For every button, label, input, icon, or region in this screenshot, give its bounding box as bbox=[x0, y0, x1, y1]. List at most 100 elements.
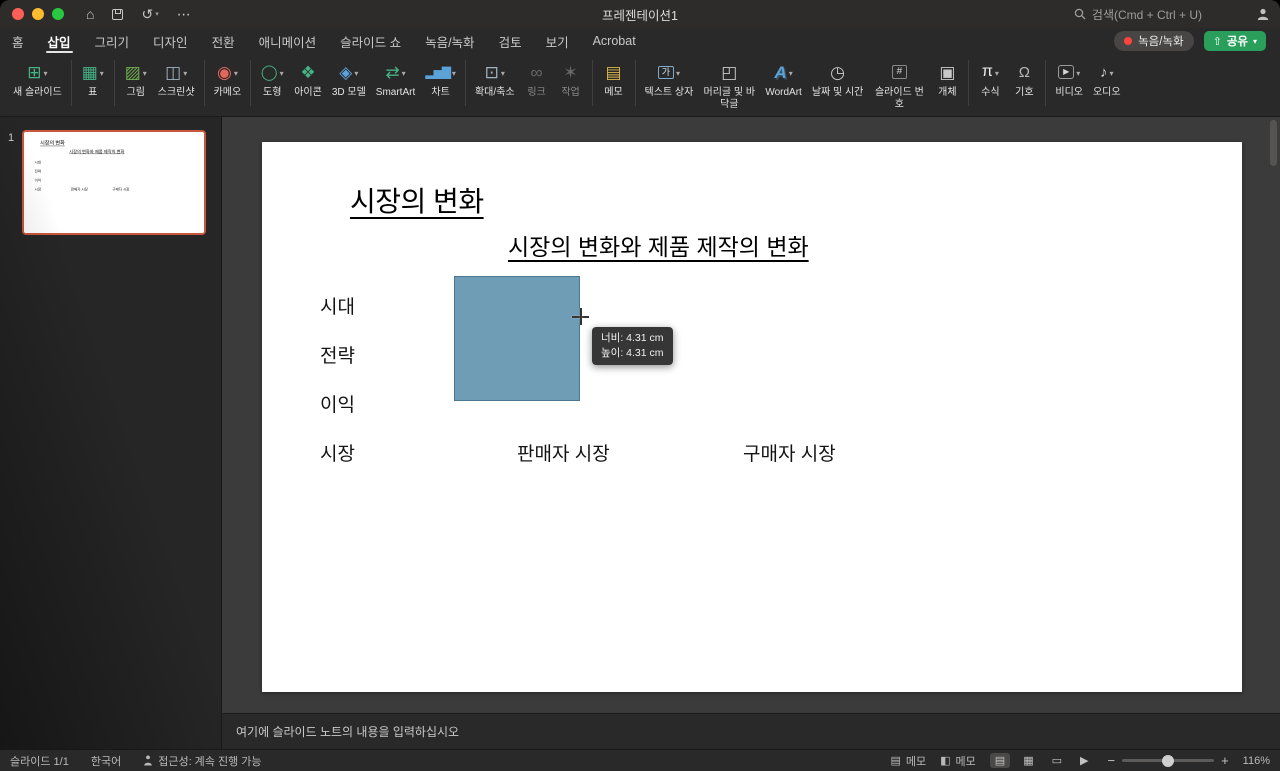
ribbon-item-slide-number[interactable]: 슬라이드 번호 bbox=[868, 58, 930, 112]
share-button[interactable]: ⇧ 공유 ▾ bbox=[1203, 31, 1266, 51]
tab-transitions[interactable]: 전환 bbox=[210, 28, 237, 54]
zoom-icon bbox=[485, 64, 499, 81]
ribbon-group-separator bbox=[203, 60, 205, 106]
tab-draw[interactable]: 그리기 bbox=[93, 28, 132, 54]
language-indicator[interactable]: 한국어 bbox=[91, 753, 121, 769]
ribbon-item-screenshot[interactable]: 스크린샷 bbox=[153, 58, 200, 101]
notes-toggle-label: 메모 bbox=[905, 755, 927, 768]
ribbon-item-text-box[interactable]: 텍스트 상자 bbox=[640, 58, 699, 101]
slides-pane[interactable]: 1 시장의 변화 시장의 변화와 제품 제작의 변화 시대 전략 이익 시장 판… bbox=[0, 117, 222, 749]
zoom-out-button[interactable]: − bbox=[1107, 753, 1115, 768]
ribbon-item-3d-models[interactable]: 3D 모델 bbox=[327, 58, 371, 101]
user-icon[interactable] bbox=[1256, 7, 1270, 21]
row-label-era[interactable]: 시대 bbox=[320, 292, 355, 319]
powerpoint-window: ⌂ ↺ ▾ ⋯ 프레젠테이션1 검색(Cmd + Ctrl + U) 홈 삽입 그리기… bbox=[0, 0, 1280, 771]
slide[interactable]: 시장의 변화 시장의 변화와 제품 제작의 변화 시대 전략 이익 시장 판매자… bbox=[262, 142, 1242, 692]
chevron-down-icon bbox=[452, 63, 456, 81]
row-label-profit[interactable]: 이익 bbox=[320, 390, 355, 417]
ribbon-item-object[interactable]: 개체 bbox=[930, 58, 964, 101]
reading-view-button[interactable]: ▭ bbox=[1047, 753, 1067, 768]
slide-title[interactable]: 시장의 변화 bbox=[350, 180, 484, 220]
ribbon-item-label: 아이콘 bbox=[294, 87, 322, 98]
seller-market-label[interactable]: 판매자 시장 bbox=[517, 439, 610, 466]
fullscreen-button[interactable] bbox=[52, 8, 64, 20]
minimize-button[interactable] bbox=[32, 8, 44, 20]
window-title: 프레젠테이션1 bbox=[602, 8, 678, 23]
ribbon-item-pictures[interactable]: 그림 bbox=[119, 58, 153, 101]
search-input[interactable]: 검색(Cmd + Ctrl + U) bbox=[1074, 6, 1202, 23]
accessibility-icon bbox=[144, 755, 153, 766]
chevron-down-icon: ▾ bbox=[1252, 36, 1257, 46]
table-icon bbox=[82, 64, 98, 81]
audio-icon bbox=[1100, 65, 1108, 80]
smartart-icon bbox=[385, 64, 399, 81]
ribbon-item-table[interactable]: 표 bbox=[76, 58, 110, 101]
chart-icon bbox=[425, 66, 450, 78]
ribbon-item-smartart[interactable]: SmartArt bbox=[371, 58, 420, 101]
tab-review[interactable]: 검토 bbox=[497, 28, 524, 54]
close-button[interactable] bbox=[12, 8, 24, 20]
row-label-market[interactable]: 시장 bbox=[320, 439, 355, 466]
thumb-row-label: 시대 bbox=[34, 160, 42, 165]
ribbon-item-label: 카메오 bbox=[213, 87, 242, 98]
ribbon-item-header-footer[interactable]: 머리글 및 바닥글 bbox=[698, 58, 760, 112]
more-options-icon[interactable]: ⋯ bbox=[177, 7, 191, 21]
ribbon-item-action[interactable]: 작업 bbox=[554, 58, 588, 101]
slide-subtitle[interactable]: 시장의 변화와 제품 제작의 변화 bbox=[508, 228, 809, 262]
ribbon-item-symbol[interactable]: 기호 bbox=[1007, 58, 1041, 101]
ribbon-item-equation[interactable]: 수식 bbox=[973, 58, 1007, 101]
accessibility-status[interactable]: 접근성: 계속 진행 가능 bbox=[143, 753, 262, 769]
tab-animations[interactable]: 애니메이션 bbox=[257, 28, 319, 54]
ribbon-item-zoom[interactable]: 확대/축소 bbox=[470, 58, 520, 101]
3d-model-icon bbox=[339, 64, 352, 81]
size-tooltip: 너비: 4.31 cm 높이: 4.31 cm bbox=[592, 327, 673, 366]
main-editing-area: 시장의 변화 시장의 변화와 제품 제작의 변화 시대 전략 이익 시장 판매자… bbox=[222, 117, 1280, 749]
ribbon-item-icons[interactable]: 아이콘 bbox=[289, 58, 327, 101]
slide-number-icon bbox=[892, 65, 908, 79]
ribbon-item-link[interactable]: 링크 bbox=[520, 58, 554, 101]
slideshow-button[interactable]: ▶ bbox=[1075, 753, 1093, 768]
ribbon-item-wordart[interactable]: WordArt bbox=[760, 58, 807, 101]
ribbon-item-date-time[interactable]: 날짜 및 시간 bbox=[807, 58, 869, 101]
slide-thumbnail[interactable]: 시장의 변화 시장의 변화와 제품 제작의 변화 시대 전략 이익 시장 판매자… bbox=[22, 130, 206, 235]
notes-pane[interactable]: 여기에 슬라이드 노트의 내용을 입력하십시오 bbox=[222, 713, 1280, 749]
zoom-slider[interactable] bbox=[1122, 754, 1215, 767]
record-button[interactable]: 녹음/녹화 bbox=[1114, 31, 1194, 51]
tab-record[interactable]: 녹음/녹화 bbox=[423, 28, 476, 54]
slide-sorter-view-button[interactable]: ▦ bbox=[1018, 753, 1038, 768]
home-icon[interactable]: ⌂ bbox=[86, 7, 94, 21]
notes-icon: ▤ bbox=[890, 755, 901, 767]
ribbon-item-new-slide[interactable]: 새 슬라이드 bbox=[8, 58, 67, 101]
rectangle-shape[interactable] bbox=[454, 276, 580, 401]
ribbon-item-label: SmartArt bbox=[375, 87, 416, 98]
zoom-in-button[interactable]: + bbox=[1221, 753, 1229, 768]
ribbon-item-comment[interactable]: 메모 bbox=[597, 58, 631, 101]
tab-home[interactable]: 홈 bbox=[10, 28, 26, 54]
zoom-slider-knob[interactable] bbox=[1162, 754, 1175, 767]
ribbon-item-audio[interactable]: 오디오 bbox=[1088, 58, 1126, 101]
row-label-strategy[interactable]: 전략 bbox=[320, 341, 355, 368]
tab-slide-show[interactable]: 슬라이드 쇼 bbox=[338, 28, 403, 54]
ribbon-item-shapes[interactable]: 도형 bbox=[255, 58, 289, 101]
tab-acrobat[interactable]: Acrobat bbox=[591, 28, 638, 54]
ribbon-item-chart[interactable]: 차트 bbox=[420, 58, 461, 101]
tab-design[interactable]: 디자인 bbox=[151, 28, 190, 54]
tab-view[interactable]: 보기 bbox=[544, 28, 571, 54]
buyer-market-label[interactable]: 구매자 시장 bbox=[743, 439, 836, 466]
share-label: 공유 bbox=[1226, 36, 1248, 48]
chevron-down-icon bbox=[501, 63, 505, 81]
zoom-level[interactable]: 116% bbox=[1243, 755, 1270, 767]
ribbon-content: 새 슬라이드 표 그림 스크린샷 카메오 도형 아이콘 3D 모델 SmartArt 차트 확대/축… bbox=[0, 54, 1280, 117]
comments-toggle[interactable]: ◧ 메모 bbox=[940, 753, 976, 769]
ribbon-item-cameo[interactable]: 카메오 bbox=[209, 58, 247, 101]
slide-canvas[interactable]: 시장의 변화 시장의 변화와 제품 제작의 변화 시대 전략 이익 시장 판매자… bbox=[222, 117, 1280, 713]
ribbon-group-separator bbox=[1045, 60, 1047, 106]
notes-toggle[interactable]: ▤ 메모 bbox=[890, 753, 926, 769]
chevron-down-icon bbox=[789, 63, 793, 81]
normal-view-button[interactable]: ▤ bbox=[989, 753, 1011, 768]
save-icon[interactable] bbox=[112, 8, 124, 20]
undo-icon[interactable]: ↺ ▾ bbox=[141, 7, 158, 21]
ribbon-item-video[interactable]: 비디오 bbox=[1050, 58, 1088, 101]
tab-insert[interactable]: 삽입 bbox=[45, 28, 73, 54]
canvas-scrollbar[interactable] bbox=[1270, 120, 1277, 166]
